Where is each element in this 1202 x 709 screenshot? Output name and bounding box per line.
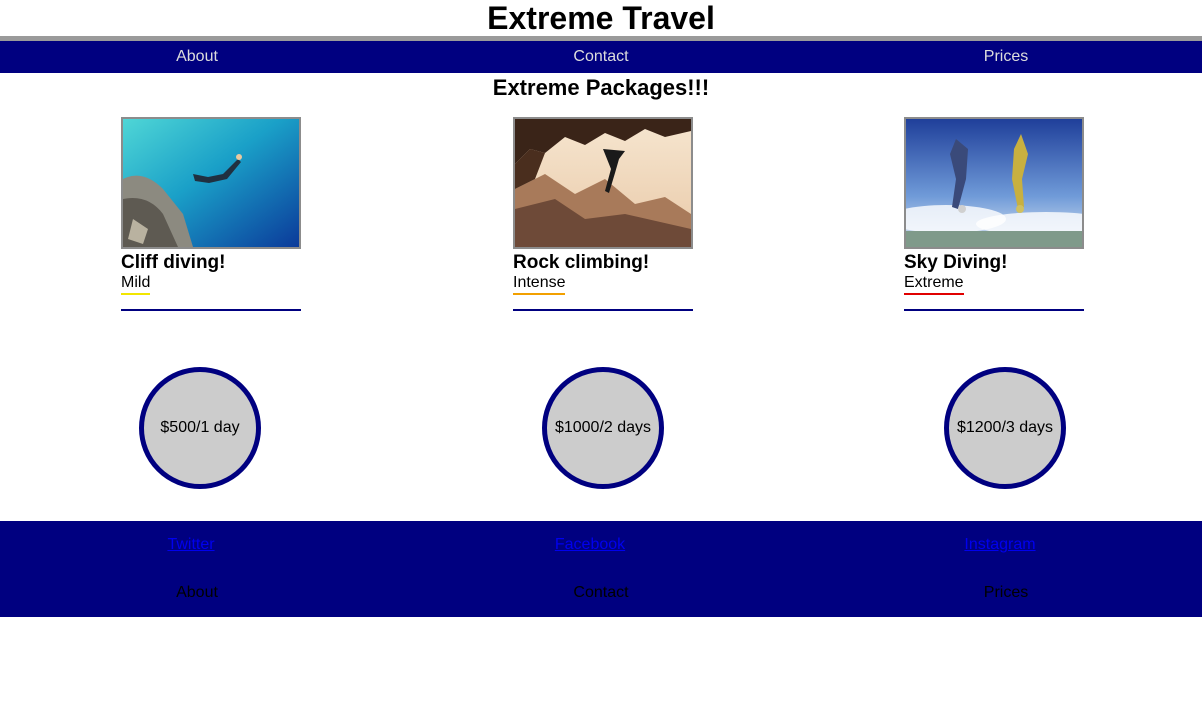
footer-prices-link[interactable]: Prices <box>984 584 1028 602</box>
intensity-label: Mild <box>121 274 151 295</box>
cliff-diving-photo <box>121 117 301 249</box>
package-card-sky-diving: Sky Diving! Extreme <box>904 117 1084 311</box>
package-name: Sky Diving! <box>904 252 1008 273</box>
package-name: Cliff diving! <box>121 252 226 273</box>
card-divider <box>121 309 301 311</box>
footer: Twitter Facebook Instagram About Contact… <box>0 521 1202 617</box>
nav-prices-link[interactable]: Prices <box>984 41 1028 73</box>
top-nav: About Contact Prices <box>0 41 1202 73</box>
card-divider <box>904 309 1084 311</box>
card-divider <box>513 309 693 311</box>
packages-heading: Extreme Packages!!! <box>492 75 710 100</box>
price-badge-sky-diving: $1200/3 days <box>944 367 1066 489</box>
intensity-label: Intense <box>513 274 566 295</box>
site-title: Extreme Travel <box>487 0 715 36</box>
nav-contact-link[interactable]: Contact <box>573 41 628 73</box>
package-card-rock-climbing: Rock climbing! Intense <box>513 117 693 311</box>
instagram-link[interactable]: Instagram <box>964 536 1035 554</box>
rock-climbing-photo <box>513 117 693 249</box>
twitter-link[interactable]: Twitter <box>167 536 214 554</box>
price-badge-rock-climbing: $1000/2 days <box>542 367 664 489</box>
intensity-label: Extreme <box>904 274 964 295</box>
footer-about-link[interactable]: About <box>176 584 218 602</box>
package-name: Rock climbing! <box>513 252 650 273</box>
price-badge-cliff-diving: $500/1 day <box>139 367 261 489</box>
footer-contact-link[interactable]: Contact <box>573 584 628 602</box>
facebook-link[interactable]: Facebook <box>555 536 625 554</box>
package-card-cliff-diving: Cliff diving! Mild <box>121 117 301 311</box>
nav-about-link[interactable]: About <box>176 41 218 73</box>
sky-diving-photo <box>904 117 1084 249</box>
